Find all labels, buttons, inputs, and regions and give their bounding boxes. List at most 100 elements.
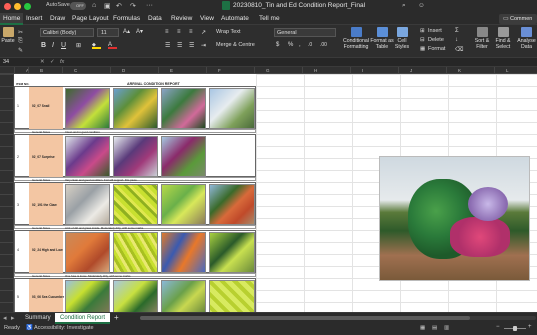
column-header[interactable]: C xyxy=(74,68,77,73)
format-as-table-button[interactable]: Format as Table xyxy=(370,27,394,50)
normal-view-icon[interactable]: ▦ xyxy=(420,325,425,331)
fill-icon[interactable]: ↓ xyxy=(455,37,458,43)
align-center-icon[interactable]: ☰ xyxy=(177,42,182,49)
formula-input[interactable] xyxy=(72,59,532,66)
tab-view[interactable]: View xyxy=(197,13,217,25)
search-icon[interactable]: ⌕ xyxy=(402,2,406,10)
currency-icon[interactable]: $ xyxy=(276,42,279,48)
bold-icon[interactable]: B xyxy=(41,42,46,49)
borders-icon[interactable]: ⊞ xyxy=(76,42,81,49)
cancel-icon[interactable]: ✕ xyxy=(40,58,45,67)
insert-function-icon[interactable]: fx xyxy=(60,58,64,67)
tab-automate[interactable]: Automate xyxy=(218,13,252,25)
accessibility-icon[interactable]: ♿ xyxy=(26,325,33,331)
find-select-button[interactable]: Find & Select xyxy=(494,27,512,50)
indent-icon[interactable]: ⇥ xyxy=(201,42,206,49)
tab-insert[interactable]: Insert xyxy=(23,13,45,25)
decrease-font-icon[interactable]: A▾ xyxy=(136,28,143,35)
column-header[interactable]: B xyxy=(40,68,43,73)
tab-tell-me[interactable]: Tell me xyxy=(256,13,283,25)
home-icon[interactable]: ⌂ xyxy=(92,2,96,9)
floating-sculpture-photo[interactable] xyxy=(379,156,530,281)
horizontal-scrollbar[interactable] xyxy=(140,316,536,320)
sheet-tab-condition-report[interactable]: Condition Report xyxy=(55,313,111,324)
align-left-icon[interactable]: ☰ xyxy=(165,42,170,49)
share-icon[interactable]: ☺ xyxy=(418,2,425,9)
redo-icon[interactable]: ↷ xyxy=(130,2,136,10)
zoom-window-button[interactable] xyxy=(24,3,31,10)
scrollbar-thumb[interactable] xyxy=(140,316,470,320)
column-header[interactable]: D xyxy=(122,68,125,73)
minimize-window-button[interactable] xyxy=(14,3,21,10)
cut-icon[interactable]: ✂ xyxy=(18,29,23,36)
undo-icon[interactable]: ↶ xyxy=(116,2,122,10)
column-header[interactable]: J xyxy=(410,68,412,73)
increase-decimal-icon[interactable]: .0 xyxy=(308,42,312,48)
tab-data[interactable]: Data xyxy=(145,13,165,25)
analyse-data-button[interactable]: Analyse Data xyxy=(516,27,537,50)
cell-styles-button[interactable]: Cell Styles xyxy=(394,27,410,50)
font-color-icon[interactable]: A xyxy=(108,42,117,49)
font-name-select[interactable]: Calibri (Body) xyxy=(40,28,94,37)
orientation-icon[interactable]: ↗ xyxy=(201,29,206,36)
conditional-formatting-button[interactable]: Conditional Formatting xyxy=(343,27,369,50)
clear-icon[interactable]: ⌫ xyxy=(455,46,463,53)
italic-icon[interactable]: I xyxy=(52,42,54,49)
close-window-button[interactable] xyxy=(4,3,11,10)
column-header[interactable]: F xyxy=(218,68,221,73)
column-header[interactable]: E xyxy=(170,68,173,73)
comma-icon[interactable]: , xyxy=(299,42,301,48)
page-layout-view-icon[interactable]: ▤ xyxy=(432,325,437,331)
worksheet-grid[interactable]: ARRIVAL CONDITION REPORT ITEM NO. 1 02_0… xyxy=(14,74,537,312)
paste-button[interactable]: Paste xyxy=(1,27,15,44)
fill-color-icon[interactable]: ◆ xyxy=(92,42,101,49)
increase-font-icon[interactable]: A▴ xyxy=(123,28,130,35)
wrap-text-button[interactable]: Wrap Text xyxy=(216,29,241,35)
tab-review[interactable]: Review xyxy=(168,13,195,25)
underline-icon[interactable]: U xyxy=(61,42,66,49)
format-cells-icon[interactable]: ▦ xyxy=(420,46,425,52)
sort-filter-button[interactable]: Sort & Filter xyxy=(472,27,492,50)
gridline xyxy=(352,74,353,312)
name-box[interactable]: 34 xyxy=(2,58,36,67)
insert-cells-icon[interactable]: ⊞ xyxy=(420,28,425,34)
decrease-decimal-icon[interactable]: .00 xyxy=(320,42,327,48)
enter-icon[interactable]: ✓ xyxy=(50,58,55,67)
tab-formulas[interactable]: Formulas xyxy=(110,13,143,25)
format-painter-icon[interactable]: ✎ xyxy=(18,47,23,54)
column-header[interactable]: I xyxy=(362,68,363,73)
autosum-icon[interactable]: Σ xyxy=(455,28,459,34)
format-cells-button[interactable]: Format xyxy=(428,46,445,52)
prev-sheet-icon[interactable]: ◂ xyxy=(3,314,7,322)
add-sheet-button[interactable]: + xyxy=(114,313,119,322)
percent-icon[interactable]: % xyxy=(288,42,293,48)
column-header[interactable]: K xyxy=(458,68,461,73)
next-sheet-icon[interactable]: ▸ xyxy=(11,314,15,322)
number-format-select[interactable]: General xyxy=(274,28,336,37)
zoom-out-icon[interactable]: − xyxy=(496,324,500,330)
column-header[interactable]: L xyxy=(506,68,509,73)
tab-draw[interactable]: Draw xyxy=(47,13,68,25)
zoom-in-icon[interactable]: + xyxy=(528,324,532,330)
insert-cells-button[interactable]: Insert xyxy=(428,28,442,34)
page-break-view-icon[interactable]: ▥ xyxy=(444,325,449,331)
copy-icon[interactable]: ⎘ xyxy=(18,38,23,45)
tab-home[interactable]: Home xyxy=(0,13,24,25)
font-size-select[interactable]: 11 xyxy=(97,28,119,37)
align-middle-icon[interactable]: ≡ xyxy=(177,29,181,35)
more-icon[interactable]: ··· xyxy=(146,2,153,9)
tab-page-layout[interactable]: Page Layout xyxy=(69,13,112,25)
delete-cells-icon[interactable]: ⊟ xyxy=(420,37,425,43)
align-top-icon[interactable]: ≡ xyxy=(165,29,169,35)
column-header[interactable]: H xyxy=(314,68,317,73)
align-bottom-icon[interactable]: ≡ xyxy=(189,29,193,35)
zoom-slider-thumb[interactable] xyxy=(513,326,517,331)
sheet-tab-summary[interactable]: Summary xyxy=(20,313,56,324)
align-right-icon[interactable]: ☰ xyxy=(189,42,194,49)
save-icon[interactable]: ▣ xyxy=(104,2,111,10)
autosave-toggle[interactable]: OFF xyxy=(70,2,86,10)
merge-centre-button[interactable]: Merge & Centre xyxy=(216,42,255,48)
accessibility-status[interactable]: Accessibility: Investigate xyxy=(34,325,94,331)
column-header[interactable]: G xyxy=(266,68,270,73)
delete-cells-button[interactable]: Delete xyxy=(428,37,444,43)
